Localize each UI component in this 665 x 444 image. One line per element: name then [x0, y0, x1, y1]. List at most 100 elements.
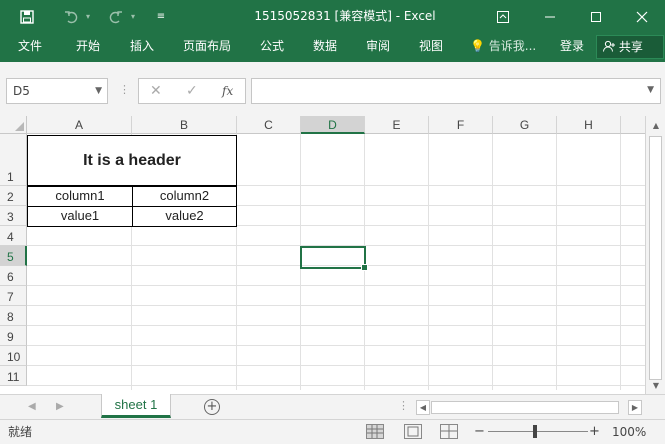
- gridline: [492, 134, 493, 390]
- ribbon-tabs: 文件 开始 插入 页面布局 公式 数据 审阅 视图 💡 告诉我... 登录 共享: [0, 33, 665, 62]
- zoom-in-button[interactable]: +: [589, 420, 600, 443]
- page-break-view-icon[interactable]: [440, 424, 458, 439]
- window-title: 1515052831 [兼容模式] - Excel: [254, 9, 436, 23]
- gridline: [27, 365, 645, 366]
- row-header-8[interactable]: 8: [0, 306, 27, 326]
- lightbulb-icon: 💡: [470, 39, 485, 53]
- worksheet-grid[interactable]: A B C D E F G H 1 2 3 4 5 6 7 8 9 10 11 …: [0, 116, 645, 390]
- next-sheet-icon[interactable]: ▶: [56, 395, 64, 419]
- gridline: [556, 134, 557, 390]
- tab-file[interactable]: 文件: [6, 33, 54, 62]
- undo-dropdown-icon[interactable]: ▾: [83, 0, 93, 33]
- insert-function-icon[interactable]: fx: [222, 79, 233, 103]
- enter-icon[interactable]: ✓: [186, 79, 198, 103]
- select-all-button[interactable]: [0, 116, 27, 134]
- column-header-g[interactable]: G: [493, 116, 557, 134]
- formula-buttons: ✕ ✓ fx: [138, 78, 246, 104]
- scroll-right-icon[interactable]: ▶: [628, 400, 642, 415]
- sheet-tab-bar: ◀ ▶ sheet 1 + ⋮ ◀ ▶: [0, 394, 665, 419]
- previous-sheet-icon[interactable]: ◀: [28, 395, 36, 419]
- tab-split-handle-icon[interactable]: ⋮: [398, 399, 409, 412]
- row-header-9[interactable]: 9: [0, 326, 27, 346]
- formula-bar-grip-icon[interactable]: ⋮: [119, 83, 130, 96]
- undo-icon[interactable]: [60, 0, 82, 33]
- share-label: 共享: [618, 40, 643, 54]
- name-box[interactable]: D5 ▼: [6, 78, 108, 104]
- row-header-5[interactable]: 5: [0, 246, 27, 266]
- column-header-e[interactable]: E: [365, 116, 429, 134]
- formula-input[interactable]: ▼: [251, 78, 661, 104]
- normal-view-icon[interactable]: [366, 424, 384, 439]
- cell-a1-merged-header[interactable]: It is a header: [27, 135, 237, 186]
- tab-page-layout[interactable]: 页面布局: [176, 33, 238, 62]
- row-header-6[interactable]: 6: [0, 266, 27, 286]
- zoom-slider-thumb[interactable]: [533, 425, 537, 438]
- save-icon[interactable]: [14, 0, 40, 33]
- page-layout-view-icon[interactable]: [404, 424, 422, 439]
- zoom-level[interactable]: 100%: [612, 420, 646, 444]
- cell-a2[interactable]: column1: [27, 186, 133, 207]
- gridline: [27, 325, 645, 326]
- gridline: [27, 345, 645, 346]
- scroll-left-icon[interactable]: ◀: [416, 400, 430, 415]
- column-header-a[interactable]: A: [27, 116, 132, 134]
- expand-formula-icon[interactable]: ▼: [647, 85, 654, 95]
- ribbon-display-icon[interactable]: [480, 0, 526, 33]
- tab-view[interactable]: 视图: [407, 33, 455, 62]
- minimize-icon[interactable]: [527, 0, 573, 33]
- column-header-b[interactable]: B: [132, 116, 237, 134]
- chevron-down-icon[interactable]: ▼: [95, 79, 102, 103]
- gridline: [27, 385, 645, 386]
- active-cell-d5[interactable]: [300, 246, 368, 271]
- zoom-out-button[interactable]: −: [474, 420, 485, 443]
- cell-b3[interactable]: value2: [132, 206, 237, 227]
- customize-quick-access-icon[interactable]: ≡: [152, 0, 170, 33]
- gridline: [27, 305, 645, 306]
- row-header-2[interactable]: 2: [0, 186, 27, 206]
- maximize-icon[interactable]: [573, 0, 619, 33]
- column-header-h[interactable]: H: [557, 116, 621, 134]
- login-button[interactable]: 登录: [560, 33, 584, 62]
- row-header-1[interactable]: 1: [0, 134, 27, 186]
- vertical-scrollbar[interactable]: ▲ ▼: [645, 116, 665, 394]
- cancel-icon[interactable]: ✕: [150, 79, 162, 103]
- tab-insert[interactable]: 插入: [118, 33, 166, 62]
- gridline: [620, 134, 621, 390]
- add-sheet-icon[interactable]: +: [204, 399, 220, 415]
- tab-formulas[interactable]: 公式: [248, 33, 296, 62]
- gridline: [428, 134, 429, 390]
- tell-me-search[interactable]: 💡 告诉我...: [470, 33, 536, 62]
- zoom-slider-track[interactable]: [488, 431, 588, 432]
- person-icon: [603, 40, 619, 54]
- row-header-10[interactable]: 10: [0, 346, 27, 366]
- scroll-down-icon[interactable]: ▼: [649, 378, 663, 394]
- row-header-3[interactable]: 3: [0, 206, 27, 226]
- row-header-4[interactable]: 4: [0, 226, 27, 246]
- cell-a3[interactable]: value1: [27, 206, 133, 227]
- scroll-up-icon[interactable]: ▲: [649, 118, 663, 134]
- name-box-value: D5: [13, 84, 30, 98]
- horizontal-scrollbar[interactable]: ◀ ▶: [416, 400, 644, 415]
- scrollbar-thumb[interactable]: [649, 136, 662, 380]
- tab-home[interactable]: 开始: [64, 33, 112, 62]
- gridline: [27, 285, 645, 286]
- formula-bar-area: D5 ▼ ⋮ ✕ ✓ fx ▼: [0, 74, 665, 116]
- column-header-f[interactable]: F: [429, 116, 493, 134]
- row-header-7[interactable]: 7: [0, 286, 27, 306]
- redo-dropdown-icon[interactable]: ▾: [128, 0, 138, 33]
- redo-icon[interactable]: [105, 0, 127, 33]
- tab-data[interactable]: 数据: [301, 33, 349, 62]
- tell-me-label: 告诉我...: [488, 39, 537, 53]
- status-ready: 就绪: [8, 425, 33, 439]
- column-header-i[interactable]: [621, 116, 645, 134]
- column-header-d[interactable]: D: [301, 116, 365, 134]
- horizontal-scrollbar-thumb[interactable]: [431, 401, 619, 414]
- row-header-11[interactable]: 11: [0, 366, 27, 386]
- tab-review[interactable]: 审阅: [354, 33, 402, 62]
- cell-b2[interactable]: column2: [132, 186, 237, 207]
- close-icon[interactable]: [619, 0, 665, 33]
- share-button[interactable]: 共享: [596, 35, 664, 59]
- sheet-tab-sheet1[interactable]: sheet 1: [101, 394, 171, 418]
- status-bar: 就绪 − + 100%: [0, 419, 665, 444]
- column-header-c[interactable]: C: [237, 116, 301, 134]
